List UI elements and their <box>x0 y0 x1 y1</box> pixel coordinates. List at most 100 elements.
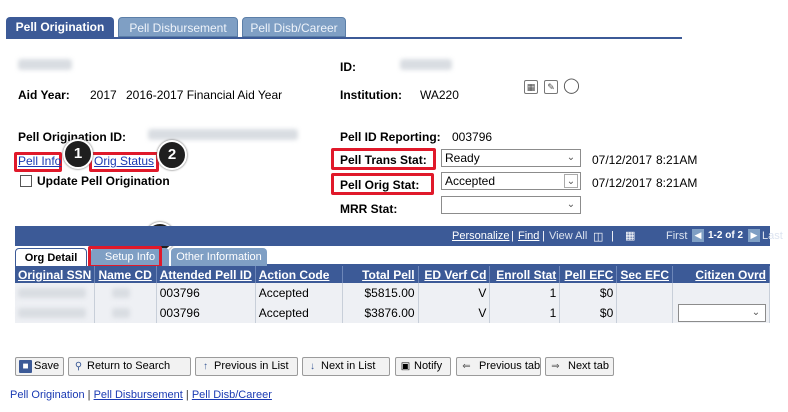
arrow-up-list-icon: ↑ <box>203 361 208 372</box>
tab-pell-origination[interactable]: Pell Origination <box>6 17 114 37</box>
grid-tab-org-detail[interactable]: Org Detail <box>15 248 87 266</box>
col-total-pell[interactable]: Total Pell <box>342 266 419 283</box>
update-pell-origination-label: Update Pell Origination <box>37 174 170 188</box>
spreadsheet-icon[interactable]: ▦ <box>625 229 635 242</box>
col-attended-pell-id[interactable]: Attended Pell ID <box>156 266 256 283</box>
comment-bubble-icon[interactable]: ◯ <box>563 76 580 94</box>
grid-separator: | <box>542 230 545 242</box>
notify-button[interactable]: ▣ Notify <box>395 357 451 376</box>
previous-tab-button[interactable]: ⇐ Previous tab <box>456 357 541 376</box>
col-pell-efc[interactable]: Pell EFC <box>559 266 618 283</box>
footer-link-pell-origination[interactable]: Pell Origination <box>10 389 85 401</box>
pell-orig-stat-select[interactable]: Accepted ⌄ <box>441 172 581 190</box>
previous-arrow-icon[interactable]: ◀ <box>692 229 704 242</box>
pell-trans-stat-label: Pell Trans Stat: <box>340 153 427 167</box>
pell-orig-stat-time: 8:21AM <box>656 176 698 190</box>
col-name-cd[interactable]: Name CD <box>94 266 157 283</box>
arrow-down-list-icon: ↓ <box>310 361 315 372</box>
chevron-down-icon: ⌄ <box>566 199 576 210</box>
student-name-redacted <box>18 59 72 70</box>
col-citizen-ovrd[interactable]: Citizen Ovrd <box>672 266 770 283</box>
next-in-list-button[interactable]: ↓ Next in List <box>302 357 390 376</box>
pell-id-reporting-label: Pell ID Reporting: <box>340 130 441 144</box>
col-original-ssn[interactable]: Original SSN <box>15 266 96 283</box>
original-ssn-cell <box>15 283 96 303</box>
step-badge-2: 2 <box>157 140 187 170</box>
grid-tab-other-information[interactable]: Other Information <box>171 248 267 266</box>
chevron-down-icon: ⌄ <box>566 152 576 163</box>
tab-pell-disb-career[interactable]: Pell Disb/Career <box>242 17 346 37</box>
aid-year-description: 2016-2017 Financial Aid Year <box>126 88 283 102</box>
attended-pell-id-cell: 003796 <box>156 303 256 323</box>
footer-link-pell-disbursement[interactable]: Pell Disbursement <box>94 389 183 401</box>
pell-trans-stat-time: 8:21AM <box>656 153 698 167</box>
sec-efc-cell <box>616 283 673 303</box>
institution-value: WA220 <box>420 88 459 102</box>
footer-separator: | <box>182 389 192 401</box>
footer-link-pell-disb-career[interactable]: Pell Disb/Career <box>192 389 272 401</box>
previous-tab-icon: ⇐ <box>462 361 471 372</box>
next-arrow-icon[interactable]: ▶ <box>748 229 760 242</box>
chevron-down-icon: ⌄ <box>751 307 761 318</box>
notes-icon[interactable]: ✎ <box>544 80 558 94</box>
table-row: 003796 Accepted $3876.00 V 1 $0 ⌄ <box>15 303 770 323</box>
action-code-cell: Accepted <box>255 283 343 303</box>
grid-separator: | <box>511 230 514 242</box>
pell-origination-id-redacted <box>148 129 298 140</box>
pell-trans-stat-select[interactable]: Ready ⌄ <box>441 149 581 167</box>
student-id-redacted <box>400 59 452 70</box>
step-badge-1: 1 <box>63 139 93 169</box>
notify-icon: ▣ <box>400 361 411 372</box>
sec-efc-cell <box>616 303 673 323</box>
org-chart-icon[interactable]: ▦ <box>524 80 538 94</box>
action-code-cell: Accepted <box>255 303 343 323</box>
pell-orig-stat-value: Accepted <box>445 174 496 188</box>
table-row: 003796 Accepted $5815.00 V 1 $0 <box>15 283 770 303</box>
next-tab-button[interactable]: ⇒ Next tab <box>545 357 614 376</box>
save-button[interactable]: ■ Save <box>15 357 64 376</box>
tab-underline <box>6 37 682 39</box>
original-ssn-cell <box>15 303 96 323</box>
citizen-ovrd-cell: ⌄ <box>672 303 770 323</box>
last-link[interactable]: Last <box>762 230 783 242</box>
aid-year-value: 2017 <box>90 88 117 102</box>
update-pell-origination-checkbox[interactable] <box>20 175 32 187</box>
grid-header-row: Original SSN Name CD Attended Pell ID Ac… <box>15 266 770 283</box>
first-link[interactable]: First <box>666 230 687 242</box>
total-pell-cell: $3876.00 <box>342 303 419 323</box>
footer-separator: | <box>84 389 94 401</box>
col-sec-efc[interactable]: Sec EFC <box>616 266 673 283</box>
download-icon[interactable]: ◫ <box>593 230 603 243</box>
orig-status-link[interactable]: Orig Status <box>94 154 154 168</box>
name-cd-cell <box>94 283 157 303</box>
col-ed-verf-cd[interactable]: ED Verf Cd <box>418 266 491 283</box>
personalize-link[interactable]: Personalize <box>452 230 509 242</box>
mrr-stat-label: MRR Stat: <box>340 202 398 216</box>
next-tab-icon: ⇒ <box>551 361 560 372</box>
total-pell-cell: $5815.00 <box>342 283 419 303</box>
find-link[interactable]: Find <box>518 230 539 242</box>
grid-range-text: 1-2 of 2 <box>708 230 744 241</box>
pell-trans-stat-value: Ready <box>445 151 480 165</box>
ed-verf-cd-cell: V <box>418 303 491 323</box>
tab-pell-disbursement[interactable]: Pell Disbursement <box>118 17 238 37</box>
pell-efc-cell: $0 <box>559 283 618 303</box>
attended-pell-id-cell: 003796 <box>156 283 256 303</box>
previous-in-list-button[interactable]: ↑ Previous in List <box>195 357 298 376</box>
pell-efc-cell: $0 <box>559 303 618 323</box>
ed-verf-cd-cell: V <box>418 283 491 303</box>
org-detail-grid: Original SSN Name CD Attended Pell ID Ac… <box>15 266 770 323</box>
enroll-stat-cell: 1 <box>489 283 561 303</box>
citizen-ovrd-select[interactable]: ⌄ <box>678 304 766 322</box>
return-to-search-button[interactable]: ⚲ Return to Search <box>68 357 191 376</box>
institution-label: Institution: <box>340 88 402 102</box>
col-enroll-stat[interactable]: Enroll Stat <box>489 266 561 283</box>
view-all-link[interactable]: View All <box>549 230 587 242</box>
mrr-stat-select[interactable]: ⌄ <box>441 196 581 214</box>
footer-links: Pell Origination | Pell Disbursement | P… <box>10 389 272 401</box>
aid-year-label: Aid Year: <box>18 88 70 102</box>
id-label: ID: <box>340 60 356 74</box>
col-action-code[interactable]: Action Code <box>255 266 343 283</box>
pell-info-link[interactable]: Pell Info <box>18 154 61 168</box>
highlight-setup-info <box>88 246 162 268</box>
